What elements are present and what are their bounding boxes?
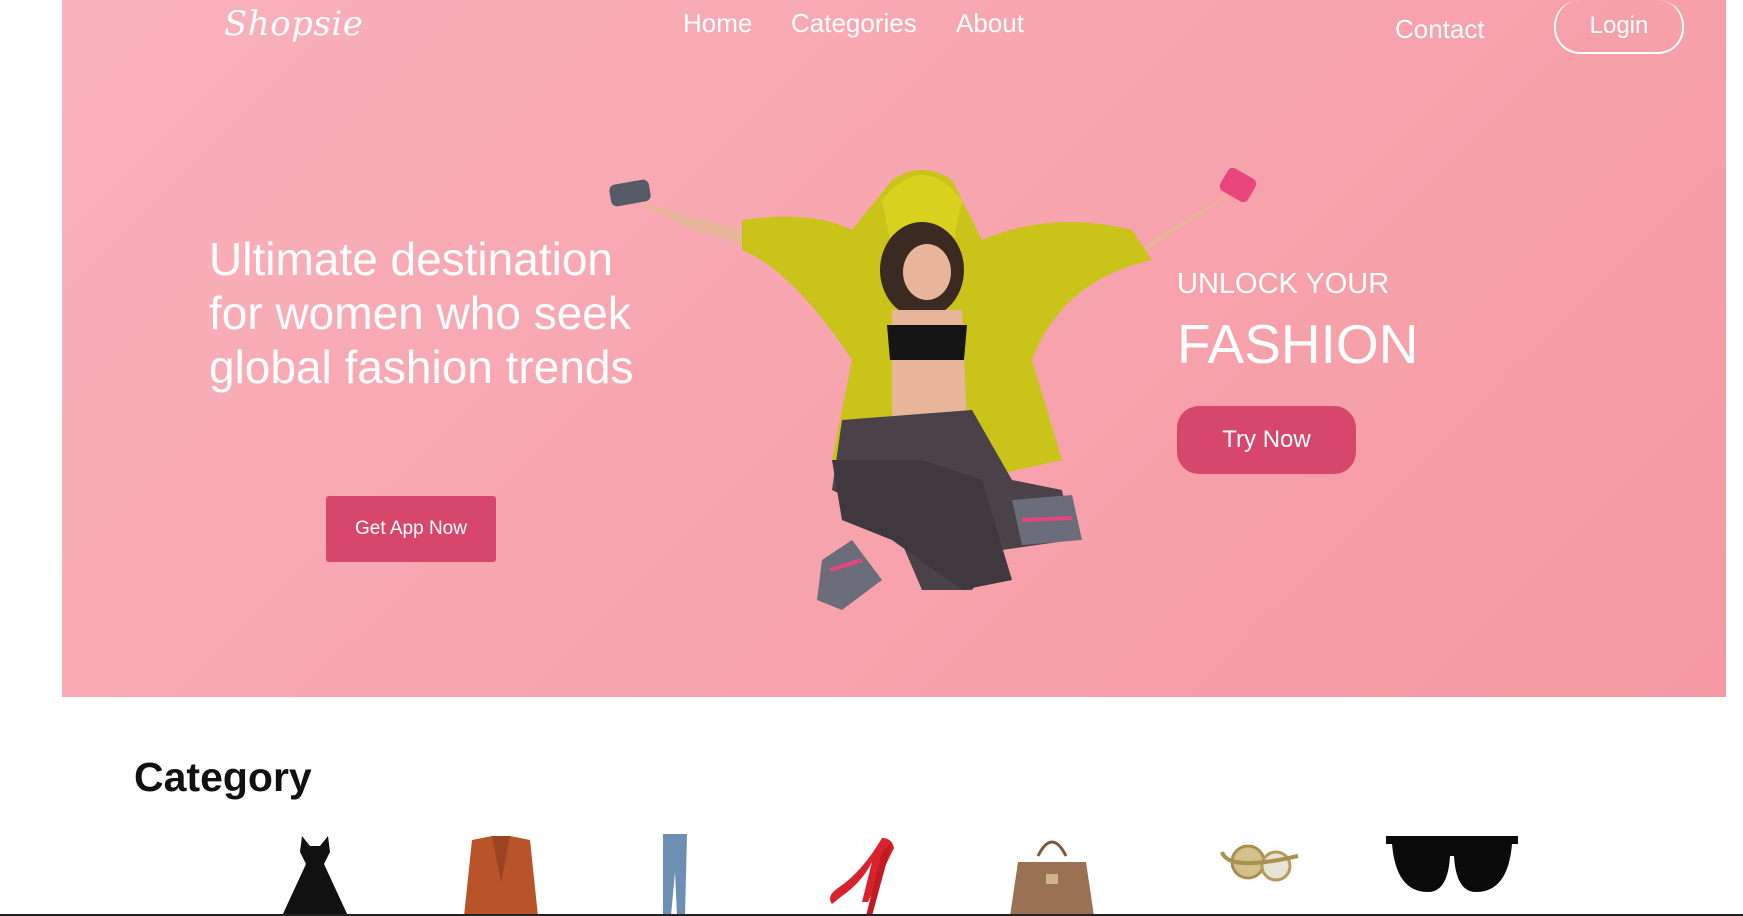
- nav-contact-link[interactable]: Contact: [1395, 14, 1485, 45]
- hero-banner: Shopsie Home Categories About Contact Lo…: [62, 0, 1726, 697]
- try-now-button[interactable]: Try Now: [1177, 406, 1356, 474]
- watch-icon[interactable]: [1218, 832, 1304, 892]
- jeans-icon[interactable]: [657, 832, 693, 916]
- get-app-button[interactable]: Get App Now: [326, 496, 496, 562]
- nav-home-link[interactable]: Home: [683, 8, 752, 39]
- fashion-text: FASHION: [1177, 313, 1419, 375]
- dress-icon[interactable]: [280, 832, 350, 916]
- brand-logo[interactable]: Shopsie: [224, 4, 363, 44]
- handbag-icon[interactable]: [1008, 832, 1096, 916]
- sunglasses-icon[interactable]: [1384, 832, 1520, 916]
- unlock-text: UNLOCK YOUR: [1177, 268, 1390, 300]
- nav-categories-link[interactable]: Categories: [791, 8, 917, 39]
- login-button[interactable]: Login: [1554, 0, 1684, 54]
- nav-about-link[interactable]: About: [956, 8, 1024, 39]
- cardigan-icon[interactable]: [462, 832, 540, 916]
- category-heading: Category: [134, 754, 312, 800]
- heels-icon[interactable]: [822, 832, 900, 916]
